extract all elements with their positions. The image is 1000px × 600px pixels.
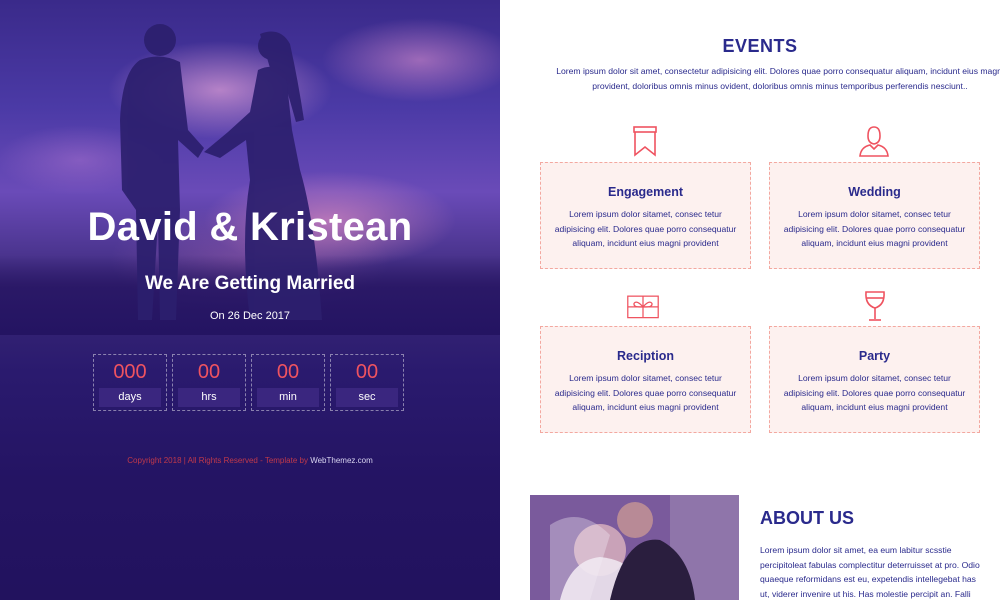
- event-card-wedding: Wedding Lorem ipsum dolor sitamet, conse…: [769, 162, 980, 269]
- countdown-value: 00: [276, 361, 300, 383]
- hero-section: David & Kristean We Are Getting Married …: [0, 0, 500, 600]
- event-card-reception: Reciption Lorem ipsum dolor sitamet, con…: [540, 326, 751, 433]
- countdown-value: 00: [197, 361, 221, 383]
- countdown-unit: min: [257, 388, 319, 407]
- about-couple-photo: [530, 495, 739, 600]
- hero-subtitle: We Are Getting Married: [144, 273, 356, 294]
- about-text: Lorem ipsum dolor sit amet, ea eum labit…: [760, 545, 980, 599]
- countdown-minutes: 00 min: [251, 354, 325, 411]
- wedding-date: On 26 Dec 2017: [209, 310, 291, 322]
- event-title: Wedding: [848, 185, 901, 199]
- countdown-timer: 000 days 00 hrs 00 min 00 sec: [93, 354, 404, 411]
- event-card-engagement: Engagement Lorem ipsum dolor sitamet, co…: [540, 162, 751, 269]
- bookmark-icon: [633, 126, 657, 157]
- content-section: EVENTS Lorem ipsum dolor sit amet, conse…: [500, 0, 1000, 600]
- template-author-link[interactable]: WebThemez.com: [310, 456, 373, 465]
- wine-glass-icon: [865, 291, 885, 321]
- events-heading: EVENTS: [722, 36, 798, 56]
- countdown-hours: 00 hrs: [172, 354, 246, 411]
- event-title: Reciption: [617, 349, 674, 363]
- event-title: Engagement: [607, 185, 683, 199]
- event-text: Lorem ipsum dolor sitamet, consec tetur …: [554, 373, 737, 412]
- countdown-value: 000: [113, 361, 147, 383]
- event-card-party: Party Lorem ipsum dolor sitamet, consec …: [769, 326, 980, 433]
- person-icon: [859, 126, 889, 157]
- couple-names-title: David & Kristean: [87, 205, 413, 249]
- countdown-unit: sec: [336, 388, 398, 407]
- events-description: Lorem ipsum dolor sit amet, consectetur …: [556, 66, 1000, 91]
- event-text: Lorem ipsum dolor sitamet, consec tetur …: [783, 373, 966, 412]
- event-text: Lorem ipsum dolor sitamet, consec tetur …: [783, 209, 966, 248]
- countdown-days: 000 days: [93, 354, 167, 411]
- countdown-unit: days: [99, 388, 161, 407]
- copyright-footer: Copyright 2018 | All Rights Reserved - T…: [0, 456, 500, 465]
- event-text: Lorem ipsum dolor sitamet, consec tetur …: [554, 209, 737, 248]
- countdown-unit: hrs: [178, 388, 240, 407]
- about-heading: ABOUT US: [760, 508, 854, 528]
- event-title: Party: [858, 349, 891, 363]
- countdown-seconds: 00 sec: [330, 354, 404, 411]
- countdown-value: 00: [355, 361, 379, 383]
- copyright-text: Copyright 2018 | All Rights Reserved - T…: [127, 456, 308, 465]
- gift-icon: [627, 295, 659, 319]
